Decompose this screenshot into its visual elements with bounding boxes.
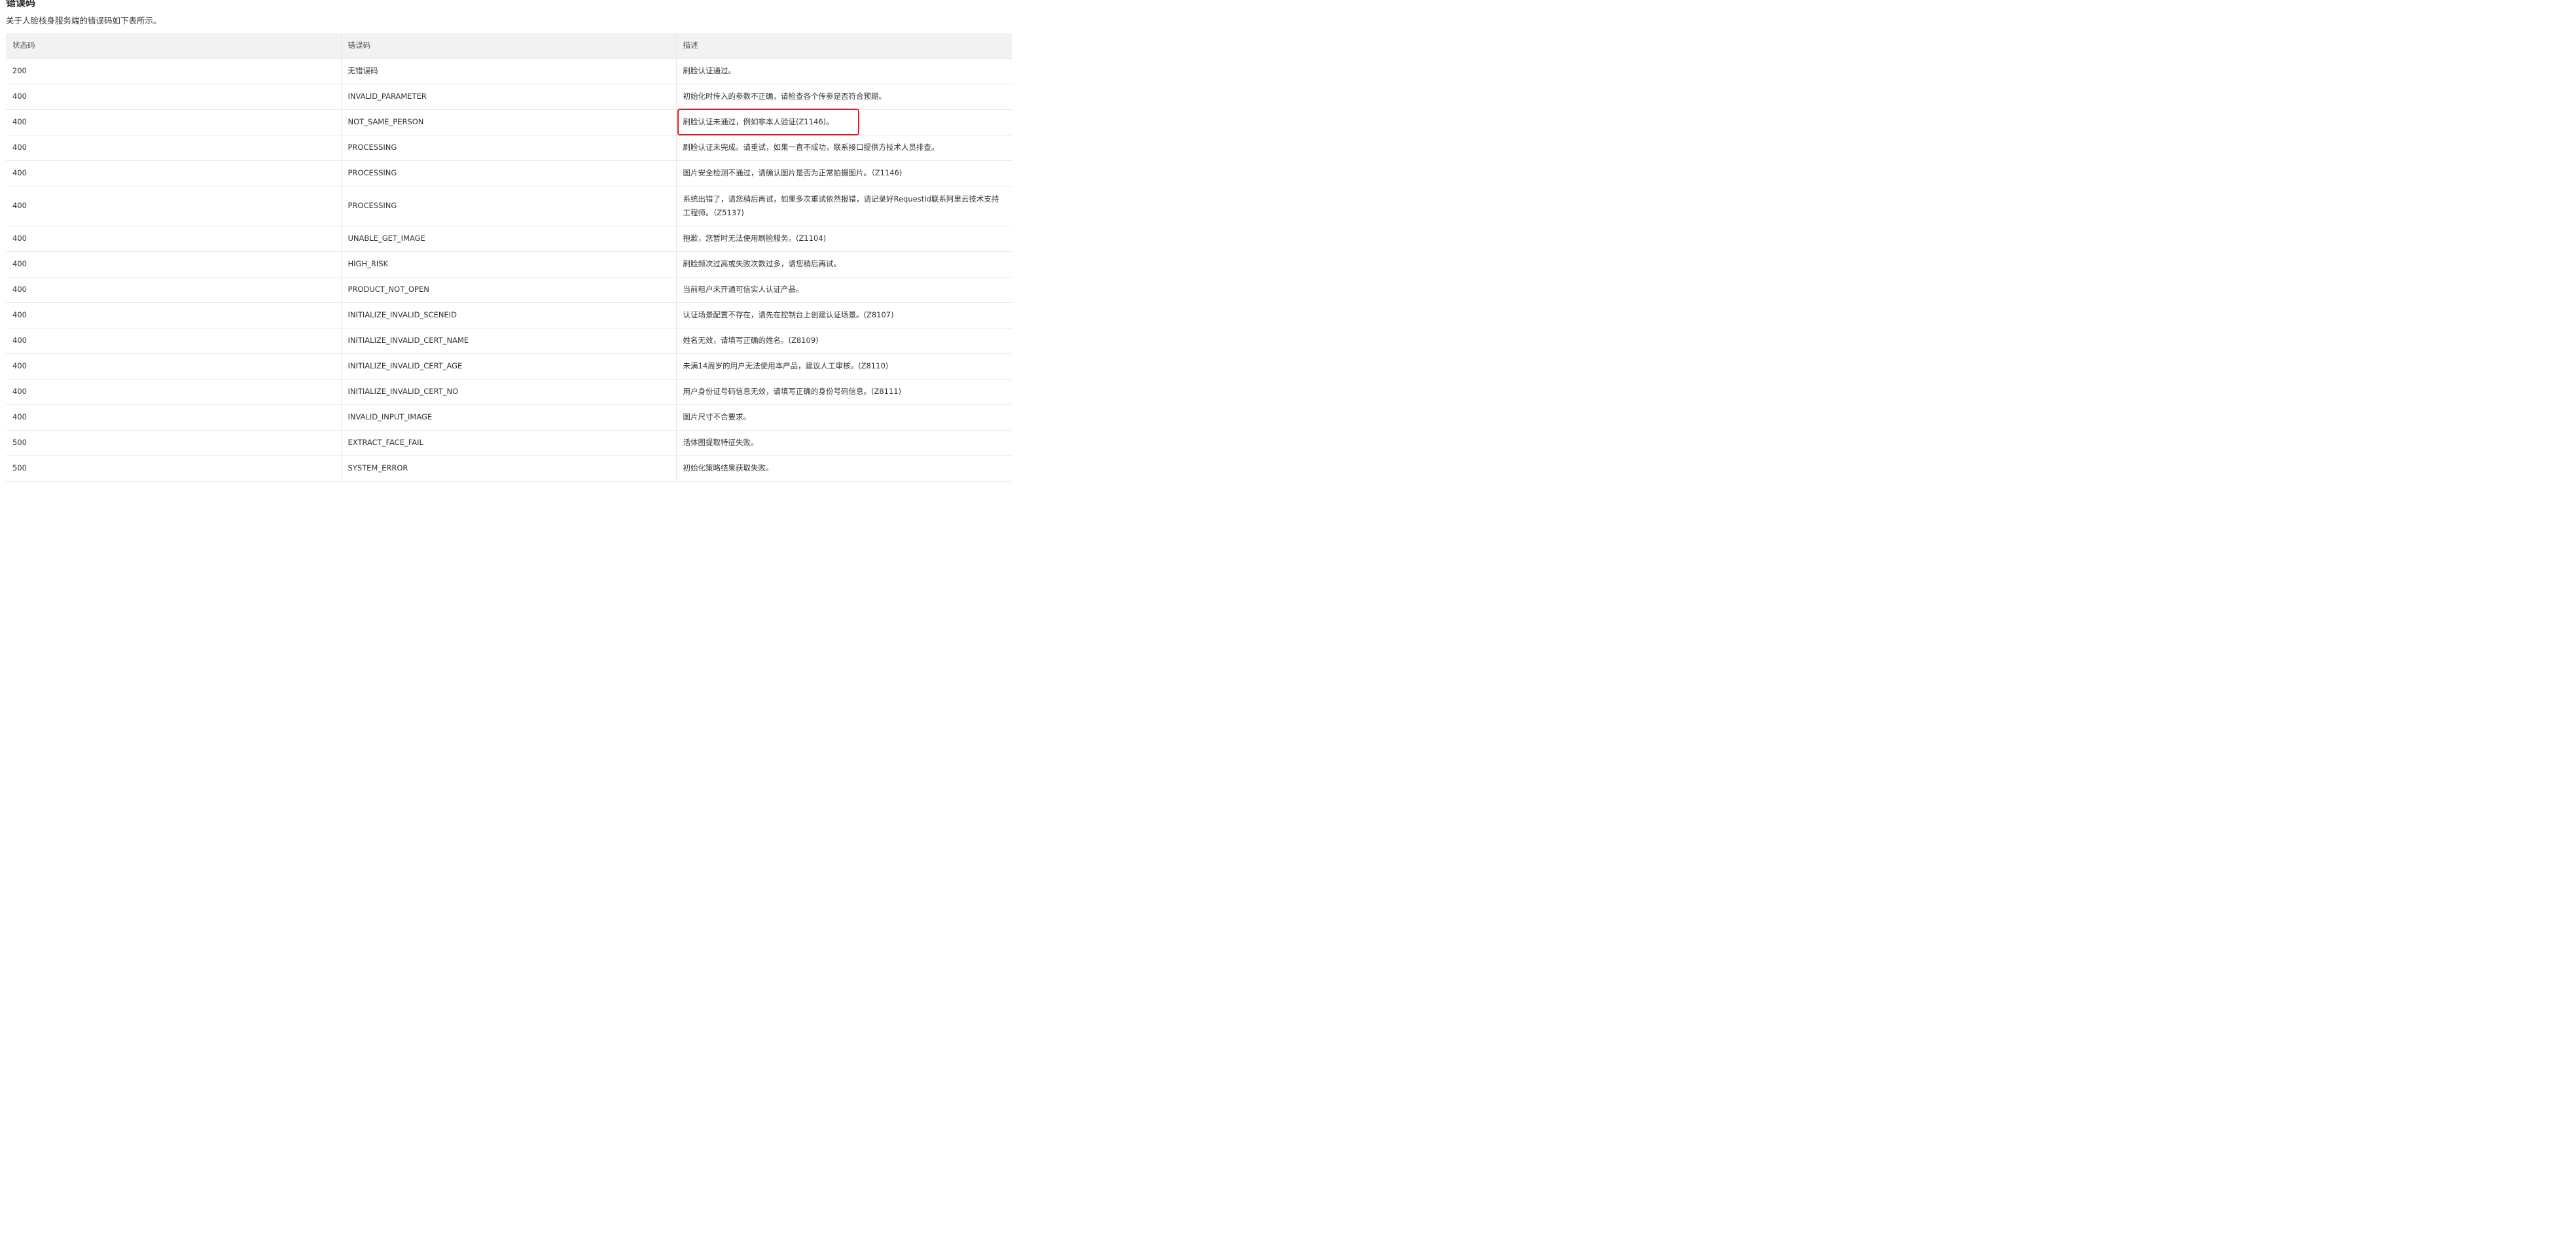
description-cell: 图片尺寸不合要求。 xyxy=(675,404,1012,431)
status-code-cell: 400 xyxy=(6,277,341,303)
header-description: 描述 xyxy=(675,33,1012,59)
error-code-cell: 无错误码 xyxy=(340,58,676,84)
table-row: 400 INITIALIZE_INVALID_CERT_AGE 未满14周岁的用… xyxy=(6,353,1012,380)
status-code-cell: 200 xyxy=(6,58,341,84)
table-row: 400 PROCESSING 刷脸认证未完成。请重试，如果一直不成功，联系接口提… xyxy=(6,135,1012,161)
status-code-cell: 400 xyxy=(6,302,341,328)
error-code-cell: INITIALIZE_INVALID_CERT_NAME xyxy=(340,328,676,354)
header-status-code: 状态码 xyxy=(6,33,341,59)
table-row: 400 INVALID_INPUT_IMAGE 图片尺寸不合要求。 xyxy=(6,404,1012,431)
description-cell: 活体图提取特征失败。 xyxy=(675,430,1012,456)
table-row: 400 INVALID_PARAMETER 初始化时传入的参数不正确，请检查各个… xyxy=(6,84,1012,110)
table-row: 400 INITIALIZE_INVALID_SCENEID 认证场景配置不存在… xyxy=(6,302,1012,328)
table-row: 400 UNABLE_GET_IMAGE 抱歉，您暂时无法使用刷脸服务。(Z11… xyxy=(6,226,1012,252)
description-cell: 姓名无效，请填写正确的姓名。(Z8109) xyxy=(675,328,1012,354)
description-cell: 刷脸频次过高或失败次数过多，请您稍后再试。 xyxy=(675,251,1012,277)
error-code-cell: INVALID_INPUT_IMAGE xyxy=(340,404,676,431)
error-code-cell: INITIALIZE_INVALID_CERT_NO xyxy=(340,379,676,405)
highlight-box xyxy=(677,109,859,135)
error-code-cell: PROCESSING xyxy=(340,135,676,161)
status-code-cell: 400 xyxy=(6,160,341,186)
table-row: 400 PRODUCT_NOT_OPEN 当前租户未开通可信实人认证产品。 xyxy=(6,277,1012,303)
error-code-cell: SYSTEM_ERROR xyxy=(340,455,676,482)
error-code-table: 状态码 错误码 描述 200 无错误码 刷脸认证通过。 400 INVALID_… xyxy=(6,33,1012,482)
description-cell: 刷脸认证未完成。请重试，如果一直不成功，联系接口提供方技术人员排查。 xyxy=(675,135,1012,161)
description-cell: 系统出错了，请您稍后再试，如果多次重试依然报错，请记录好RequestId联系阿… xyxy=(675,186,1012,226)
description-cell: 认证场景配置不存在，请先在控制台上创建认证场景。(Z8107) xyxy=(675,302,1012,328)
description-cell: 用户身份证号码信息无效，请填写正确的身份号码信息。(Z8111) xyxy=(675,379,1012,405)
table-row: 500 EXTRACT_FACE_FAIL 活体图提取特征失败。 xyxy=(6,430,1012,456)
status-code-cell: 400 xyxy=(6,84,341,110)
description-cell: 初始化策略结果获取失败。 xyxy=(675,455,1012,482)
error-code-cell: PROCESSING xyxy=(340,186,676,226)
table-row: 400 NOT_SAME_PERSON 刷脸认证未通过，例如非本人验证(Z114… xyxy=(6,109,1012,135)
status-code-cell: 400 xyxy=(6,186,341,226)
table-row: 200 无错误码 刷脸认证通过。 xyxy=(6,58,1012,84)
status-code-cell: 400 xyxy=(6,328,341,354)
table-header-row: 状态码 错误码 描述 xyxy=(6,33,1012,59)
description-cell: 当前租户未开通可信实人认证产品。 xyxy=(675,277,1012,303)
error-code-cell: EXTRACT_FACE_FAIL xyxy=(340,430,676,456)
table-row: 500 SYSTEM_ERROR 初始化策略结果获取失败。 xyxy=(6,455,1012,482)
error-code-cell: INITIALIZE_INVALID_CERT_AGE xyxy=(340,353,676,380)
error-code-cell: PRODUCT_NOT_OPEN xyxy=(340,277,676,303)
description-cell: 图片安全检测不通过，请确认图片是否为正常拍摄图片。（Z1146) xyxy=(675,160,1012,186)
description-cell: 刷脸认证通过。 xyxy=(675,58,1012,84)
table-row: 400 HIGH_RISK 刷脸频次过高或失败次数过多，请您稍后再试。 xyxy=(6,251,1012,277)
error-code-cell: HIGH_RISK xyxy=(340,251,676,277)
header-error-code: 错误码 xyxy=(340,33,676,59)
table-row: 400 PROCESSING 系统出错了，请您稍后再试，如果多次重试依然报错，请… xyxy=(6,186,1012,226)
description-cell: 未满14周岁的用户无法使用本产品，建议人工审核。(Z8110) xyxy=(675,353,1012,380)
table-row: 400 INITIALIZE_INVALID_CERT_NAME 姓名无效，请填… xyxy=(6,328,1012,354)
status-code-cell: 400 xyxy=(6,251,341,277)
section-intro: 关于人脸核身服务端的错误码如下表所示。 xyxy=(6,16,162,26)
status-code-cell: 500 xyxy=(6,455,341,482)
status-code-cell: 400 xyxy=(6,109,341,135)
status-code-cell: 400 xyxy=(6,404,341,431)
error-code-cell: NOT_SAME_PERSON xyxy=(340,109,676,135)
error-code-cell: INVALID_PARAMETER xyxy=(340,84,676,110)
error-code-cell: INITIALIZE_INVALID_SCENEID xyxy=(340,302,676,328)
description-cell: 初始化时传入的参数不正确，请检查各个传参是否符合预期。 xyxy=(675,84,1012,110)
status-code-cell: 400 xyxy=(6,226,341,252)
section-title: 错误码 xyxy=(6,0,36,9)
status-code-cell: 400 xyxy=(6,135,341,161)
table-row: 400 PROCESSING 图片安全检测不通过，请确认图片是否为正常拍摄图片。… xyxy=(6,160,1012,186)
status-code-cell: 400 xyxy=(6,353,341,380)
status-code-cell: 500 xyxy=(6,430,341,456)
description-cell: 抱歉，您暂时无法使用刷脸服务。(Z1104) xyxy=(675,226,1012,252)
error-code-cell: PROCESSING xyxy=(340,160,676,186)
status-code-cell: 400 xyxy=(6,379,341,405)
table-row: 400 INITIALIZE_INVALID_CERT_NO 用户身份证号码信息… xyxy=(6,379,1012,405)
error-code-cell: UNABLE_GET_IMAGE xyxy=(340,226,676,252)
